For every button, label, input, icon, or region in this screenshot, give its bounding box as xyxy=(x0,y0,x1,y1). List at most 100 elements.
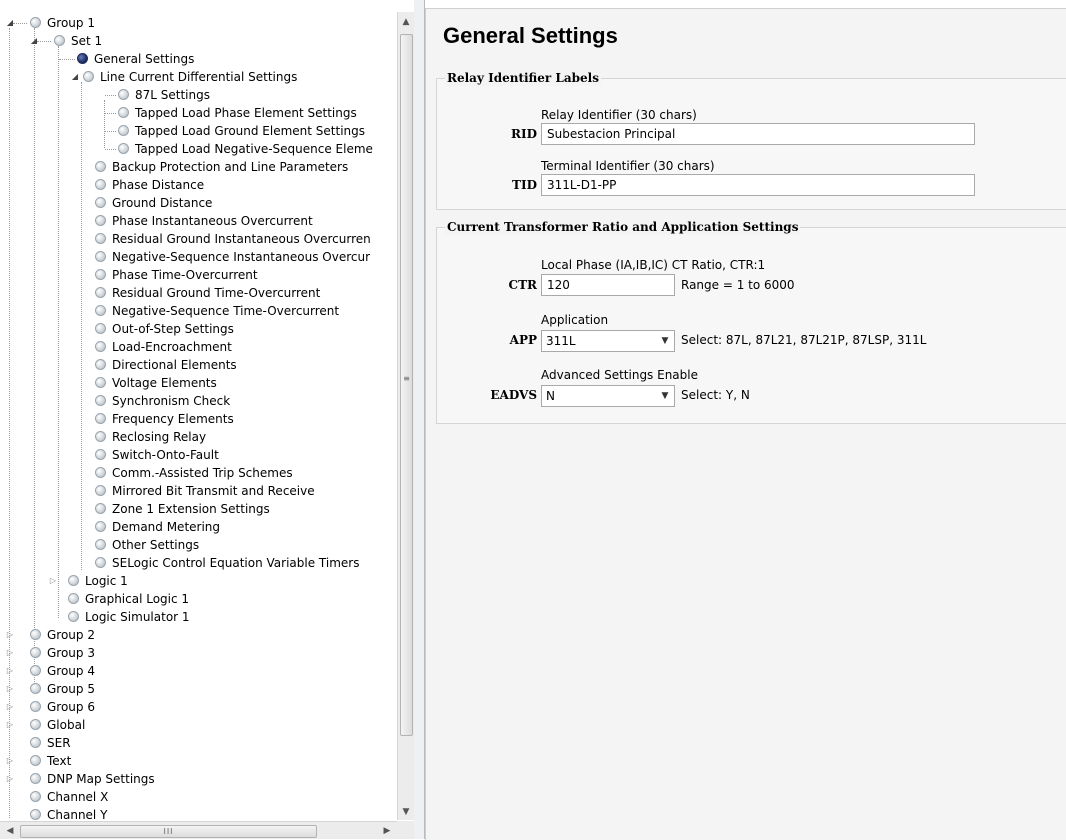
tid-caption: Terminal Identifier (30 chars) xyxy=(541,159,715,173)
tree-item-label: Group 6 xyxy=(47,700,95,714)
collapse-triangle-icon[interactable]: ◢ xyxy=(70,68,80,86)
tree-item-label: Phase Time-Overcurrent xyxy=(112,268,258,282)
tree-item-label: Residual Ground Instantaneous Overcurren xyxy=(112,232,371,246)
ctr-label: CTR xyxy=(508,278,537,292)
tree-item-label: SER xyxy=(47,736,71,750)
tree-item-label: Negative-Sequence Instantaneous Overcur xyxy=(112,250,371,264)
node-circle-icon xyxy=(95,161,106,172)
group-title: Current Transformer Ratio and Applicatio… xyxy=(445,219,801,235)
scroll-down-arrow-icon[interactable]: ▼ xyxy=(398,804,414,820)
tree-item-label: Comm.-Assisted Trip Schemes xyxy=(112,466,293,480)
scrollbar-corner xyxy=(397,821,414,839)
expand-triangle-icon[interactable]: ▷ xyxy=(5,752,15,770)
tree-guide xyxy=(104,100,105,148)
expand-triangle-icon[interactable]: ▷ xyxy=(5,626,15,644)
node-circle-icon xyxy=(95,287,106,298)
tree-item-label: Group 5 xyxy=(47,682,95,696)
node-circle-icon xyxy=(83,71,94,82)
tree-item-label: Group 4 xyxy=(47,664,95,678)
node-circle-icon xyxy=(118,107,129,118)
expand-triangle-icon[interactable]: ▷ xyxy=(5,716,15,734)
node-circle-icon xyxy=(95,557,106,568)
node-circle-icon xyxy=(95,197,106,208)
ctr-input[interactable] xyxy=(541,274,675,296)
panel-splitter[interactable] xyxy=(414,0,425,839)
node-circle-icon xyxy=(30,809,41,820)
node-selected-icon xyxy=(77,53,88,64)
node-circle-icon xyxy=(95,449,106,460)
scroll-up-arrow-icon[interactable]: ▲ xyxy=(398,14,414,30)
app-options-hint: Select: 87L, 87L21, 87L21P, 87LSP, 311L xyxy=(681,333,927,347)
tree-item-label: Backup Protection and Line Parameters xyxy=(112,160,349,174)
tree-item-label: Voltage Elements xyxy=(112,376,217,390)
tree-guide xyxy=(105,95,116,96)
tree-horizontal-scrollbar[interactable]: ◀ III ▶ xyxy=(0,821,397,839)
tree-item-label: Demand Metering xyxy=(112,520,221,534)
app-select[interactable]: 311L ▼ xyxy=(541,330,675,352)
tree-guide xyxy=(81,82,82,570)
node-circle-icon xyxy=(118,125,129,136)
node-circle-icon xyxy=(30,791,41,802)
horizontal-scroll-thumb[interactable]: III xyxy=(20,825,317,838)
node-circle-icon xyxy=(118,89,129,100)
tree-guide xyxy=(13,23,27,24)
tree-item-label: Out-of-Step Settings xyxy=(112,322,234,336)
node-circle-icon xyxy=(30,683,41,694)
app-label: APP xyxy=(509,333,537,347)
expand-triangle-icon[interactable]: ▷ xyxy=(5,644,15,662)
node-circle-icon xyxy=(95,323,106,334)
expand-triangle-icon[interactable]: ▷ xyxy=(48,572,58,590)
group-title: Relay Identifier Labels xyxy=(445,70,601,86)
tree-item-label: Tapped Load Negative-Sequence Eleme xyxy=(135,142,373,156)
node-circle-icon xyxy=(68,593,79,604)
node-circle-icon xyxy=(95,215,106,226)
settings-tree: ◢ Group 1 ◢ Set 1 General Settings ◢ Lin… xyxy=(0,0,415,839)
scroll-right-arrow-icon[interactable]: ▶ xyxy=(379,822,395,839)
eadvs-options-hint: Select: Y, N xyxy=(681,388,750,402)
node-circle-icon xyxy=(95,395,106,406)
expand-triangle-icon[interactable]: ▷ xyxy=(5,698,15,716)
dropdown-arrow-icon[interactable]: ▼ xyxy=(658,333,672,349)
node-circle-icon xyxy=(95,539,106,550)
tree-item-label: Phase Distance xyxy=(112,178,205,192)
rid-caption: Relay Identifier (30 chars) xyxy=(541,108,697,122)
tree-item-label: SELogic Control Equation Variable Timers xyxy=(112,556,360,570)
tree-item-label: Logic 1 xyxy=(85,574,128,588)
tree-item-label: Ground Distance xyxy=(112,196,213,210)
tid-input[interactable] xyxy=(541,174,975,196)
page-title: General Settings xyxy=(443,23,618,48)
tree-item-label: Channel X xyxy=(47,790,109,804)
vertical-scroll-thumb[interactable]: ≡ xyxy=(400,34,413,736)
app-caption: Application xyxy=(541,313,609,327)
node-circle-icon xyxy=(95,467,106,478)
ct-ratio-application-group: Current Transformer Ratio and Applicatio… xyxy=(436,219,1066,424)
eadvs-select[interactable]: N ▼ xyxy=(541,385,675,407)
scroll-left-arrow-icon[interactable]: ◀ xyxy=(2,822,18,839)
ctr-caption: Local Phase (IA,IB,IC) CT Ratio, CTR:1 xyxy=(541,258,766,272)
tree-item-label: Graphical Logic 1 xyxy=(85,592,190,606)
node-circle-icon xyxy=(95,431,106,442)
tree-item-label: Tapped Load Phase Element Settings xyxy=(135,106,357,120)
tree-item-label: Logic Simulator 1 xyxy=(85,610,190,624)
node-circle-icon xyxy=(68,611,79,622)
tree-guide xyxy=(37,41,51,42)
tree-item-label: General Settings xyxy=(94,52,195,66)
dropdown-arrow-icon[interactable]: ▼ xyxy=(658,388,672,404)
tree-item-label: Text xyxy=(47,754,72,768)
app-selected-value: 311L xyxy=(546,334,576,348)
node-circle-icon xyxy=(95,251,106,262)
expand-triangle-icon[interactable]: ▷ xyxy=(5,770,15,788)
settings-panel: General Settings Relay Identifier Labels… xyxy=(425,8,1066,840)
node-circle-icon xyxy=(95,341,106,352)
node-circle-icon xyxy=(30,17,41,28)
eadvs-caption: Advanced Settings Enable xyxy=(541,368,698,382)
expand-triangle-icon[interactable]: ▷ xyxy=(5,680,15,698)
tree-item-label: Frequency Elements xyxy=(112,412,234,426)
tree-item-label: Negative-Sequence Time-Overcurrent xyxy=(112,304,340,318)
expand-triangle-icon[interactable]: ▷ xyxy=(5,662,15,680)
grip-icon: III xyxy=(163,827,174,836)
node-circle-icon xyxy=(30,629,41,640)
tree-vertical-scrollbar[interactable]: ▲ ≡ ▼ xyxy=(397,12,414,820)
rid-input[interactable] xyxy=(541,123,975,145)
ctr-range-hint: Range = 1 to 6000 xyxy=(681,278,795,292)
